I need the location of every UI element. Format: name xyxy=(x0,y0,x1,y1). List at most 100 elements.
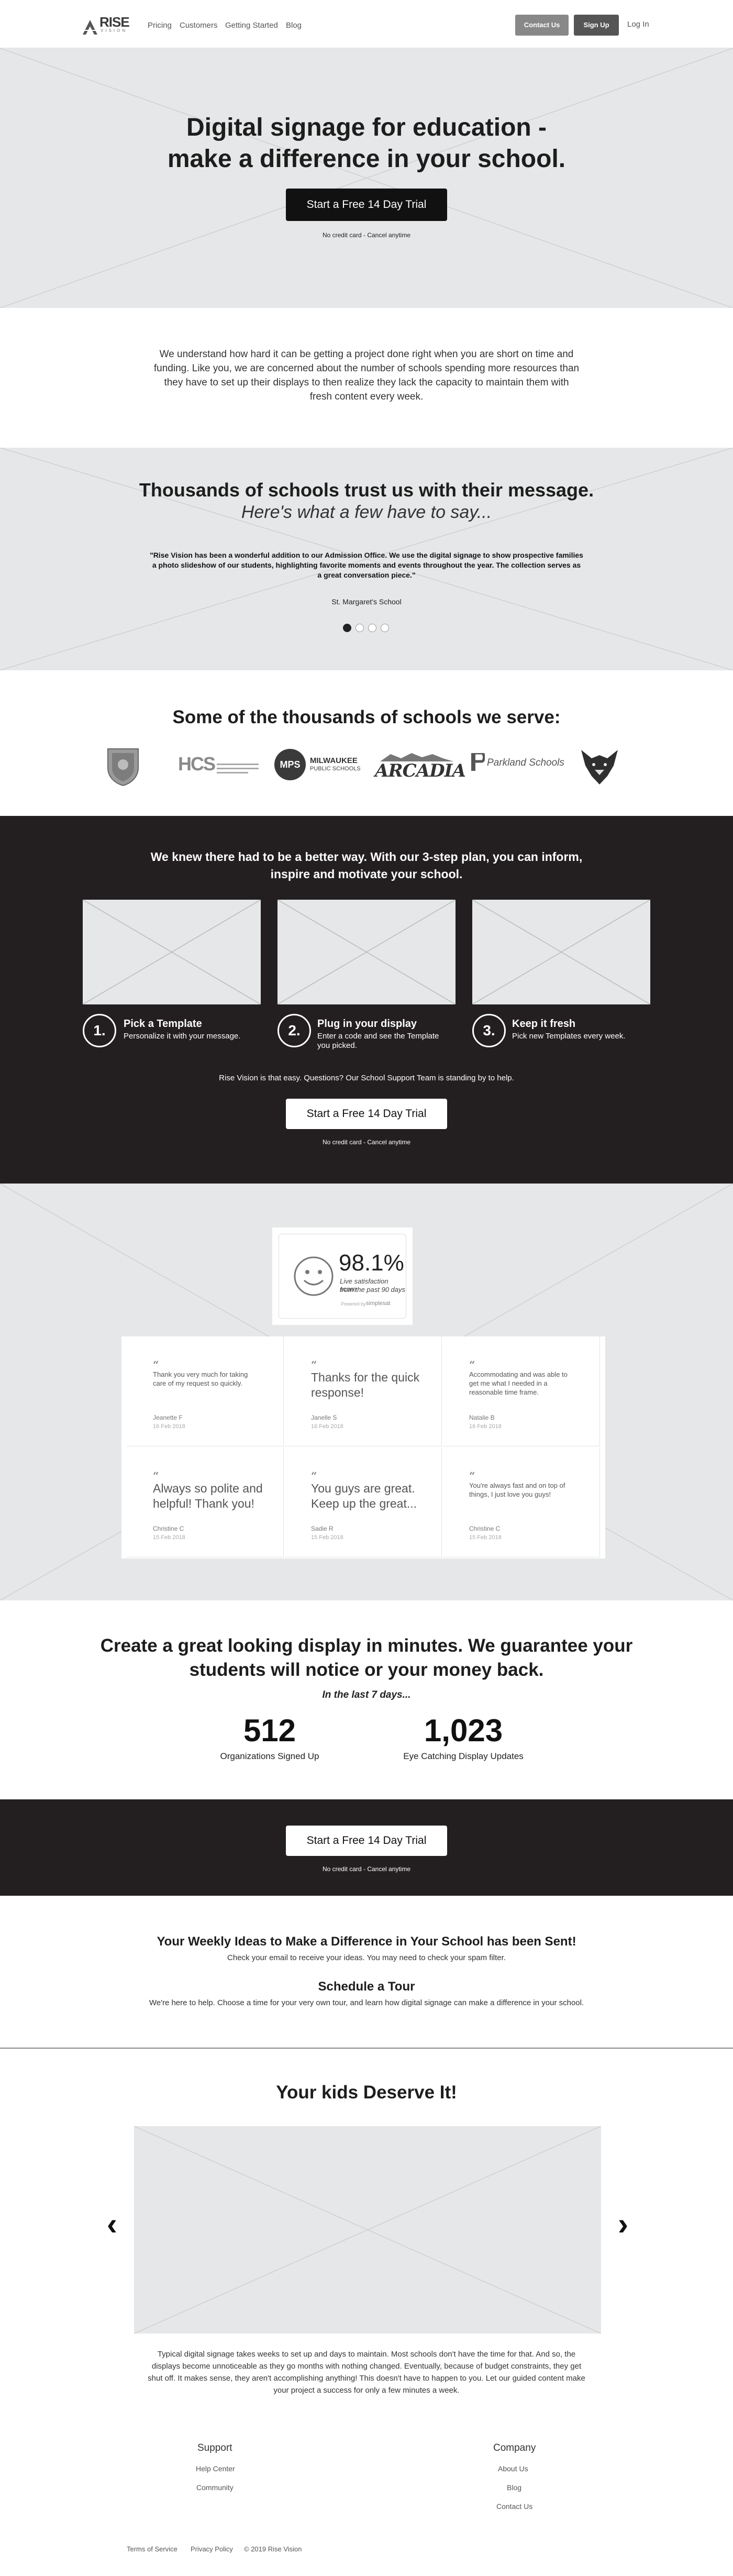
mps-logo: MPS MILWAUKEE PUBLIC SCHOOLS xyxy=(274,749,363,782)
carousel-dot[interactable] xyxy=(343,624,351,632)
carousel-dot[interactable] xyxy=(356,624,364,632)
steps-title: We knew there had to be a better way. Wi… xyxy=(0,848,733,883)
ideas-sent-title: Your Weekly Ideas to Make a Difference i… xyxy=(157,1934,576,1949)
logo-wordmark: RISE xyxy=(99,14,130,30)
arcadia-logo-text: ARCADIA xyxy=(375,760,466,781)
kids-line-3: shut off. It makes sense, they aren't ac… xyxy=(148,2374,585,2383)
step-3-number: 3. xyxy=(472,1014,506,1047)
slider-prev-arrow[interactable]: ‹ xyxy=(103,2208,121,2242)
footer-link-community[interactable]: Community xyxy=(196,2483,234,2492)
nav-link-pricing[interactable]: Pricing xyxy=(148,21,172,30)
hcs-logo-rule xyxy=(217,764,259,765)
steps-cta-note: No credit card - Cancel anytime xyxy=(322,1138,411,1146)
guarantee-title-line-2: students will notice or your money back. xyxy=(189,1660,544,1680)
nav-link-blog[interactable]: Blog xyxy=(286,21,302,30)
tour-title: Schedule a Tour xyxy=(318,1980,415,1994)
intro-text: We understand how hard it can be getting… xyxy=(0,347,733,404)
step-3-title: Keep it fresh xyxy=(512,1018,576,1030)
step-2-desc: Enter a code and see the Template you pi… xyxy=(317,1032,439,1051)
satisfaction-line-2: from the past 90 days xyxy=(340,1286,406,1293)
band-trial-button[interactable]: Start a Free 14 Day Trial xyxy=(286,1826,447,1856)
review-date: 16 Feb 2018 xyxy=(311,1423,343,1430)
guarantee-title-line-1: Create a great looking display in minute… xyxy=(100,1635,633,1656)
review-card: “ Thanks for the quick response! Janelle… xyxy=(285,1336,442,1446)
carousel-dots xyxy=(343,624,390,633)
review-author: Christine C xyxy=(469,1525,501,1532)
review-text: Thank you very much for taking care of m… xyxy=(153,1370,248,1387)
steps-title-line-2: inspire and motivate your school. xyxy=(270,867,463,881)
schools-title: Some of the thousands of schools we serv… xyxy=(172,707,561,727)
footer-link-contact-us[interactable]: Contact Us xyxy=(496,2502,532,2511)
intro-line-2: funding. Like you, we are concerned abou… xyxy=(153,363,580,374)
slider-next-arrow[interactable]: › xyxy=(614,2208,632,2242)
footer-terms-link[interactable]: Terms of Service xyxy=(127,2545,177,2553)
hero-section: Digital signage for education - make a d… xyxy=(0,48,733,308)
wolf-logo xyxy=(581,750,618,784)
review-card: “ You guys are great. Keep up the great.… xyxy=(285,1447,442,1557)
ideas-sent-text: Check your email to receive your ideas. … xyxy=(227,1953,506,1962)
review-text: Thanks for the quick response! xyxy=(311,1370,420,1399)
intro-line-4: fresh content every week. xyxy=(309,391,424,402)
step-1-number: 1. xyxy=(83,1014,116,1047)
review-date: 16 Feb 2018 xyxy=(153,1423,185,1430)
reviews-grid: “ Thank you very much for taking care of… xyxy=(121,1336,605,1558)
intro-line-1: We understand how hard it can be getting… xyxy=(159,349,574,360)
review-date: 15 Feb 2018 xyxy=(469,1534,502,1541)
steps-trial-button[interactable]: Start a Free 14 Day Trial xyxy=(286,1099,447,1129)
cta-band: Start a Free 14 Day Trial No credit card… xyxy=(0,1799,733,1896)
testimonial-quote: "Rise Vision has been a wonderful additi… xyxy=(0,550,733,580)
review-text: Always so polite and helpful! Thank you! xyxy=(153,1482,263,1510)
review-card: “ Always so polite and helpful! Thank yo… xyxy=(127,1447,284,1557)
section-divider xyxy=(0,2048,733,2049)
footer-copyright: © 2019 Rise Vision xyxy=(244,2545,302,2553)
review-author: Natalie B xyxy=(469,1414,495,1421)
sign-up-button[interactable]: Sign Up xyxy=(574,15,619,36)
stat-label: Organizations Signed Up xyxy=(220,1751,319,1761)
kids-line-2: displays become unnoticeable as they go … xyxy=(151,2362,582,2371)
step-1-title: Pick a Template xyxy=(124,1018,202,1030)
review-card: “ Accommodating and was able to get me w… xyxy=(443,1336,600,1446)
smiley-face-icon xyxy=(294,1256,334,1296)
three-step-section: We knew there had to be a better way. Wi… xyxy=(0,816,733,1184)
hero-placeholder-cross xyxy=(0,48,733,308)
quote-line-2: a photo slideshow of our students, highl… xyxy=(152,561,581,569)
log-in-link[interactable]: Log In xyxy=(627,20,649,29)
stat-value: 512 xyxy=(243,1713,296,1748)
intro-line-3: they have to set up their displays to th… xyxy=(164,377,569,388)
nav-link-customers[interactable]: Customers xyxy=(180,21,218,30)
footer-privacy-link[interactable]: Privacy Policy xyxy=(191,2545,233,2553)
hcs-logo: HCS xyxy=(178,752,262,783)
rise-vision-logo[interactable]: RISE VISION xyxy=(83,15,135,35)
placeholder-cross xyxy=(134,2126,601,2334)
mps-logo-sub: PUBLIC SCHOOLS xyxy=(310,766,361,772)
footer-link-about-us[interactable]: About Us xyxy=(498,2464,528,2473)
quote-mark-icon: “ xyxy=(153,1358,159,1371)
hcs-logo-rule xyxy=(217,768,259,769)
quote-mark-icon: “ xyxy=(311,1358,317,1371)
support-text: Rise Vision is that easy. Questions? Our… xyxy=(219,1074,514,1082)
quote-mark-icon: “ xyxy=(469,1469,475,1482)
carousel-dot[interactable] xyxy=(368,624,376,632)
guarantee-subtitle: In the last 7 days... xyxy=(322,1689,411,1700)
carousel-dot[interactable] xyxy=(381,624,389,632)
trust-title: Thousands of schools trust us with their… xyxy=(139,479,594,501)
trust-section: Thousands of schools trust us with their… xyxy=(0,448,733,670)
logo-mark-icon xyxy=(83,20,97,35)
step-2-title: Plug in your display xyxy=(317,1018,417,1030)
hero-title-line-2: make a difference in your school. xyxy=(167,145,566,173)
review-author: Christine C xyxy=(153,1525,184,1532)
nav-link-getting-started[interactable]: Getting Started xyxy=(225,21,278,30)
step-1-image xyxy=(83,900,261,1004)
placeholder-cross xyxy=(277,900,456,1004)
footer-link-blog[interactable]: Blog xyxy=(507,2483,521,2492)
review-author: Janelle S xyxy=(311,1414,337,1421)
parkland-mark-icon xyxy=(471,753,485,771)
quote-mark-icon: “ xyxy=(469,1358,475,1371)
review-date: 16 Feb 2018 xyxy=(469,1423,502,1430)
step-3-image xyxy=(472,900,650,1004)
contact-us-button[interactable]: Contact Us xyxy=(515,15,569,36)
hero-trial-button[interactable]: Start a Free 14 Day Trial xyxy=(286,189,447,221)
quote-line-3: a great conversation piece." xyxy=(317,571,416,579)
footer-link-help-center[interactable]: Help Center xyxy=(196,2464,235,2473)
review-date: 15 Feb 2018 xyxy=(311,1534,343,1541)
